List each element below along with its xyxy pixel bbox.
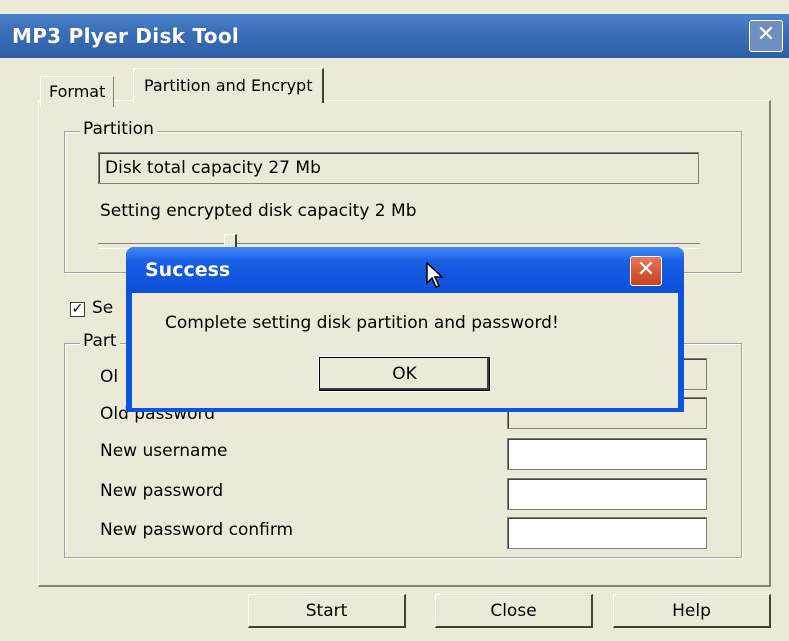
check-icon: ✓ [71,301,84,317]
tab-format-label: Format [49,82,106,101]
window-title: MP3 Plyer Disk Tool [12,24,240,48]
new-password-label: New password [100,481,224,501]
new-username-input[interactable] [507,438,707,470]
encrypt-checkbox[interactable]: ✓ [70,302,85,317]
close-icon: ✕ [756,22,776,47]
success-dialog-title: Success [145,259,231,281]
new-username-label: New username [100,441,228,461]
close-button[interactable]: Close [435,594,593,628]
new-password-input[interactable] [507,478,707,510]
password-group-legend: Part [80,331,120,351]
total-capacity-field: Disk total capacity 27 Mb [98,152,699,184]
tab-format[interactable]: Format [40,76,115,107]
start-button[interactable]: Start [248,594,406,628]
help-button[interactable]: Help [613,594,771,628]
close-icon: ✕ [636,257,656,282]
tab-partition-encrypt-label: Partition and Encrypt [144,76,313,95]
success-dialog-close-button[interactable]: ✕ [630,256,662,286]
ok-button[interactable]: OK [318,356,491,392]
encrypt-checkbox-label: Se [92,298,114,318]
success-dialog-message: Complete setting disk partition and pass… [165,313,559,333]
new-password-confirm-label: New password confirm [100,520,294,540]
new-password-confirm-input[interactable] [507,517,707,549]
old-username-label: Ol [100,367,119,387]
partition-legend: Partition [80,119,157,139]
mouse-cursor-icon [426,262,444,288]
window-close-button[interactable]: ✕ [749,20,783,52]
encrypted-capacity-label: Setting encrypted disk capacity 2 Mb [100,201,417,221]
tab-partition-encrypt[interactable]: Partition and Encrypt [133,68,325,103]
